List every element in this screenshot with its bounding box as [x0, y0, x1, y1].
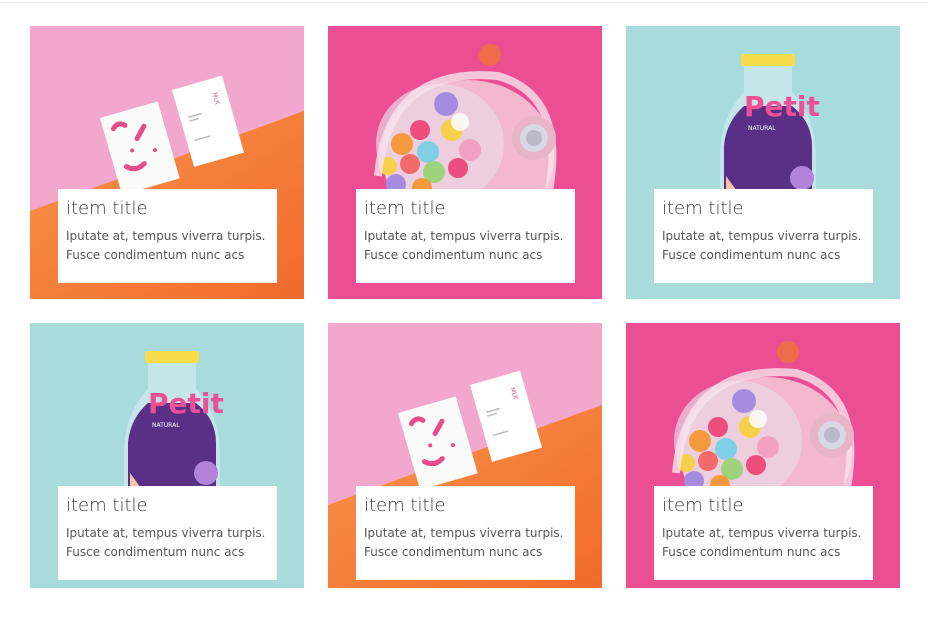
portfolio-card[interactable]: MLK item title Iputate at, tempus viverr…	[328, 323, 602, 588]
card-description: Iputate at, tempus viverra turpis. Fusce…	[66, 526, 266, 559]
card-caption: item title Iputate at, tempus viverra tu…	[58, 189, 277, 283]
bottle-sub-text: NATURAL	[152, 422, 180, 429]
portfolio-card[interactable]: Petit NATURAL item title Iputate at, tem…	[626, 26, 900, 299]
portfolio-card[interactable]: Petit NATURAL item title Iputate at, tem…	[30, 323, 304, 588]
bottle-brand-text: Petit	[148, 387, 224, 420]
card-caption: item title Iputate at, tempus viverra tu…	[654, 189, 873, 283]
card-description: Iputate at, tempus viverra turpis. Fusce…	[364, 526, 564, 559]
portfolio-card[interactable]: item title Iputate at, tempus viverra tu…	[328, 26, 602, 299]
card-description: Iputate at, tempus viverra turpis. Fusce…	[66, 229, 266, 262]
card-title[interactable]: item title	[66, 197, 269, 221]
portfolio-card[interactable]: item title Iputate at, tempus viverra tu…	[626, 323, 900, 588]
card-title[interactable]: item title	[364, 494, 567, 518]
bottle-sub-text: NATURAL	[748, 125, 776, 132]
card-caption: item title Iputate at, tempus viverra tu…	[356, 486, 575, 580]
card-description: Iputate at, tempus viverra turpis. Fusce…	[662, 526, 862, 559]
card-caption: item title Iputate at, tempus viverra tu…	[58, 486, 277, 580]
card-title[interactable]: item title	[662, 197, 865, 221]
bottle-brand-text: Petit	[744, 90, 820, 123]
card-title[interactable]: item title	[364, 197, 567, 221]
card-title[interactable]: item title	[66, 494, 269, 518]
card-caption: item title Iputate at, tempus viverra tu…	[654, 486, 873, 580]
portfolio-card[interactable]: MLK item title Iputate at, tempus viverr…	[30, 26, 304, 299]
card-description: Iputate at, tempus viverra turpis. Fusce…	[364, 229, 564, 262]
card-description: Iputate at, tempus viverra turpis. Fusce…	[662, 229, 862, 262]
card-title[interactable]: item title	[662, 494, 865, 518]
portfolio-grid: MLK item title Iputate at, tempus viverr…	[30, 26, 900, 588]
top-divider	[0, 2, 928, 3]
card-caption: item title Iputate at, tempus viverra tu…	[356, 189, 575, 283]
